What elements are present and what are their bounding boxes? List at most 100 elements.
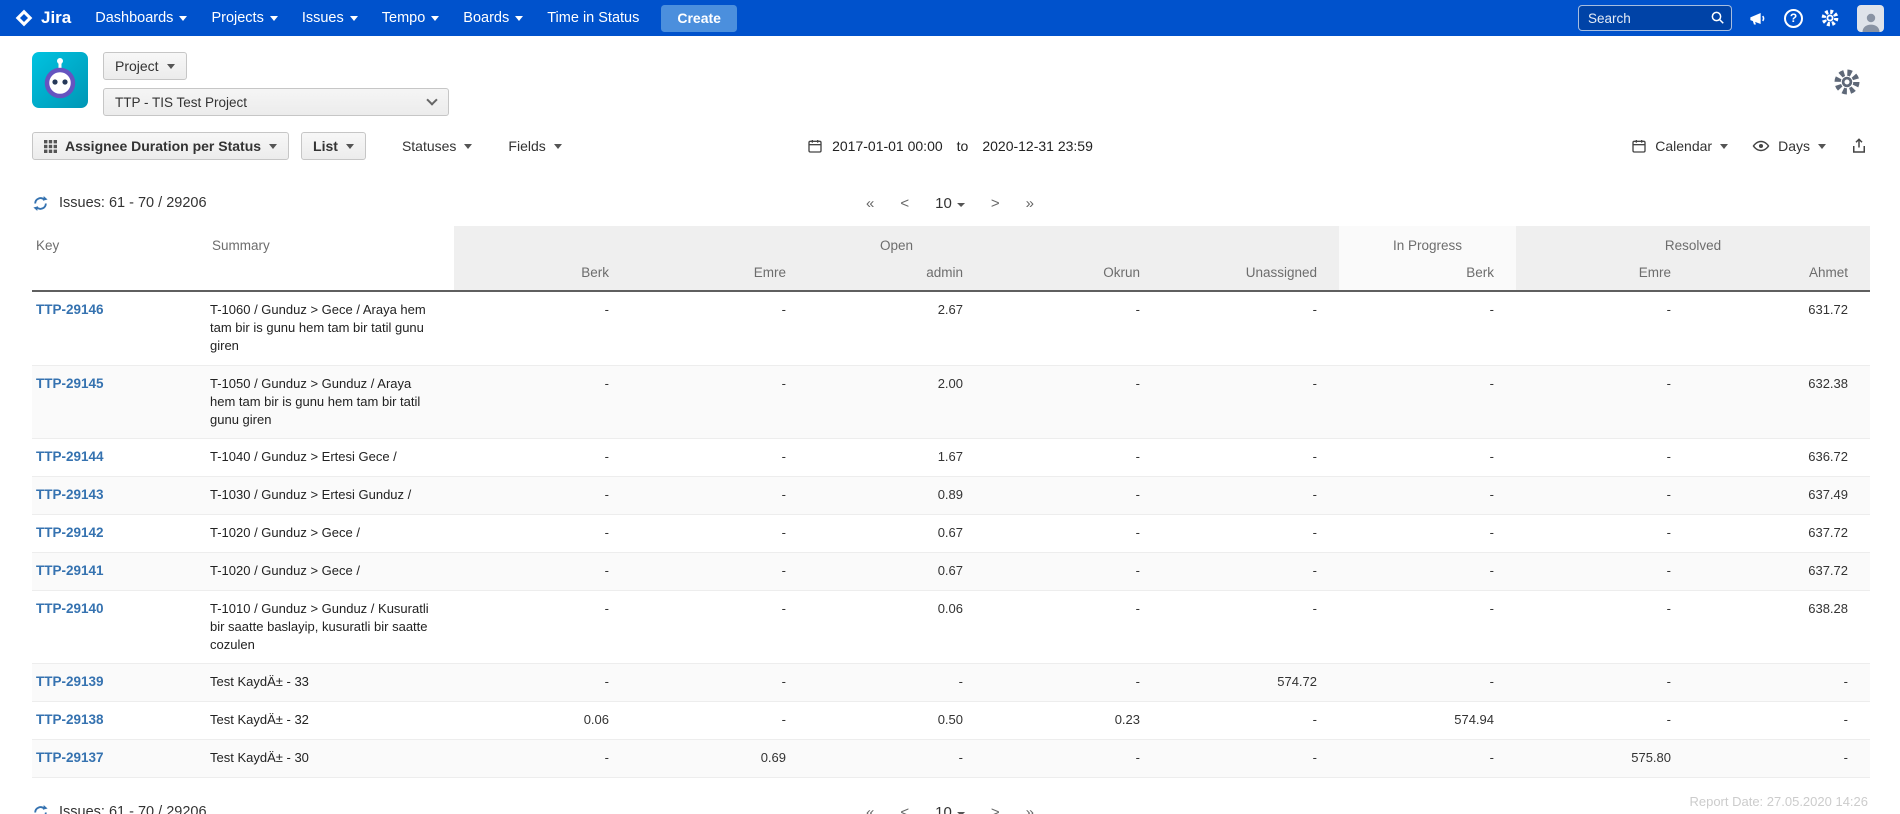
issue-key-cell: TTP-29137 [32, 740, 208, 778]
page-last-button[interactable]: » [1013, 195, 1047, 212]
search-box [1578, 5, 1732, 31]
issue-key-link[interactable]: TTP-29142 [36, 525, 104, 540]
assignee-column-header[interactable]: Emre [1516, 261, 1693, 291]
issue-summary: T-1020 / Gunduz > Gece / [208, 514, 454, 552]
issue-summary: T-1020 / Gunduz > Gece / [208, 552, 454, 590]
nav-item-boards[interactable]: Boards [451, 0, 535, 36]
issue-summary: T-1030 / Gunduz > Ertesi Gunduz / [208, 477, 454, 515]
duration-value-cell: - [1339, 291, 1516, 365]
duration-value-cell: - [454, 552, 631, 590]
column-header-summary[interactable]: Summary [208, 226, 454, 291]
duration-value-cell: - [1339, 439, 1516, 477]
assignee-column-header[interactable]: Berk [454, 261, 631, 291]
duration-value-cell: - [631, 365, 808, 439]
duration-value-cell: - [1516, 702, 1693, 740]
calendar-type-dropdown[interactable]: Calendar [1631, 138, 1728, 154]
page-last-button[interactable]: » [1013, 804, 1047, 814]
export-icon[interactable] [1850, 137, 1868, 155]
issue-row: TTP-29137Test KaydÄ± - 30-0.69----575.80… [32, 740, 1870, 778]
issue-key-link[interactable]: TTP-29138 [36, 712, 104, 727]
issue-key-link[interactable]: TTP-29144 [36, 449, 104, 464]
nav-item-tempo[interactable]: Tempo [370, 0, 452, 36]
issue-key-link[interactable]: TTP-29146 [36, 302, 104, 317]
report-settings-gear-icon[interactable] [1832, 67, 1862, 102]
duration-value-cell: - [1339, 740, 1516, 778]
duration-value-cell: - [1339, 664, 1516, 702]
page-next-button[interactable]: > [978, 195, 1013, 212]
user-avatar[interactable] [1857, 5, 1884, 32]
duration-value-cell: 637.72 [1693, 514, 1870, 552]
statuses-dropdown[interactable]: Statuses [402, 138, 472, 154]
report-date: Report Date: 27.05.2020 14:26 [1689, 792, 1868, 812]
duration-value-cell: - [1516, 477, 1693, 515]
statuses-label: Statuses [402, 138, 456, 154]
fields-dropdown[interactable]: Fields [508, 138, 561, 154]
nav-item-projects[interactable]: Projects [199, 0, 289, 36]
page-prev-button[interactable]: < [887, 804, 922, 814]
jira-logo[interactable]: Jira [14, 8, 71, 28]
nav-item-time-in-status[interactable]: Time in Status [535, 0, 651, 36]
duration-value-cell: - [1516, 590, 1693, 664]
issue-key-cell: TTP-29142 [32, 514, 208, 552]
nav-item-label: Boards [463, 10, 509, 26]
units-dropdown[interactable]: Days [1752, 137, 1826, 155]
page-next-button[interactable]: > [978, 804, 1013, 814]
duration-value-cell: - [985, 590, 1162, 664]
assignee-column-header[interactable]: Ahmet [1693, 261, 1870, 291]
nav-item-issues[interactable]: Issues [290, 0, 370, 36]
issue-summary: T-1010 / Gunduz > Gunduz / Kusuratli bir… [208, 590, 454, 664]
search-icon[interactable] [1709, 9, 1727, 32]
issue-key-link[interactable]: TTP-29141 [36, 563, 104, 578]
help-icon[interactable]: ? [1784, 9, 1803, 28]
page-first-button[interactable]: « [853, 195, 887, 212]
refresh-icon[interactable] [32, 804, 49, 814]
duration-value-cell: - [454, 365, 631, 439]
duration-value-cell: - [631, 291, 808, 365]
duration-value-cell: - [454, 740, 631, 778]
top-navbar: Jira DashboardsProjectsIssuesTempo Boards… [0, 0, 1900, 36]
page-first-button[interactable]: « [853, 804, 887, 814]
page-size-dropdown[interactable]: 10 [922, 195, 978, 212]
project-select[interactable]: TTP - TIS Test Project [103, 88, 449, 116]
status-group-header: Open [454, 226, 1339, 261]
issue-summary: T-1050 / Gunduz > Gunduz / Araya hem tam… [208, 365, 454, 439]
duration-value-cell: - [631, 552, 808, 590]
date-range-picker[interactable]: 2017-01-01 00:00 to 2020-12-31 23:59 [807, 138, 1093, 154]
page-prev-button[interactable]: < [887, 195, 922, 212]
nav-item-dashboards[interactable]: Dashboards [83, 0, 199, 36]
chevron-down-icon [270, 16, 278, 21]
report-type-label: Assignee Duration per Status [65, 138, 261, 154]
issue-key-link[interactable]: TTP-29137 [36, 750, 104, 765]
column-header-key[interactable]: Key [32, 226, 208, 291]
page-size-dropdown[interactable]: 10 [922, 804, 978, 814]
duration-value-cell: - [631, 664, 808, 702]
duration-value-cell: - [454, 590, 631, 664]
chevron-down-icon [350, 16, 358, 21]
chevron-down-icon [464, 144, 472, 149]
duration-value-cell: 0.23 [985, 702, 1162, 740]
assignee-column-header[interactable]: Okrun [985, 261, 1162, 291]
scope-dropdown[interactable]: Project [103, 52, 187, 80]
settings-icon[interactable] [1820, 8, 1840, 28]
duration-value-cell: 631.72 [1693, 291, 1870, 365]
duration-value-cell: - [808, 664, 985, 702]
announcement-icon[interactable] [1748, 9, 1767, 28]
assignee-column-header[interactable]: Unassigned [1162, 261, 1339, 291]
view-type-dropdown[interactable]: List [301, 132, 366, 160]
duration-value-cell: - [1162, 514, 1339, 552]
assignee-column-header[interactable]: Emre [631, 261, 808, 291]
report-type-dropdown[interactable]: Assignee Duration per Status [32, 132, 289, 160]
issue-key-link[interactable]: TTP-29139 [36, 674, 104, 689]
issue-row: TTP-29139Test KaydÄ± - 33----574.72--- [32, 664, 1870, 702]
issue-key-link[interactable]: TTP-29145 [36, 376, 104, 391]
chevron-down-icon [269, 144, 277, 149]
refresh-icon[interactable] [32, 195, 49, 212]
duration-value-cell: - [1339, 552, 1516, 590]
assignee-column-header[interactable]: admin [808, 261, 985, 291]
pagination: « < 10 > » [853, 195, 1047, 212]
jira-logo-icon [14, 8, 34, 28]
create-button[interactable]: Create [661, 5, 737, 32]
assignee-column-header[interactable]: Berk [1339, 261, 1516, 291]
issue-key-link[interactable]: TTP-29143 [36, 487, 104, 502]
issue-key-link[interactable]: TTP-29140 [36, 601, 104, 616]
